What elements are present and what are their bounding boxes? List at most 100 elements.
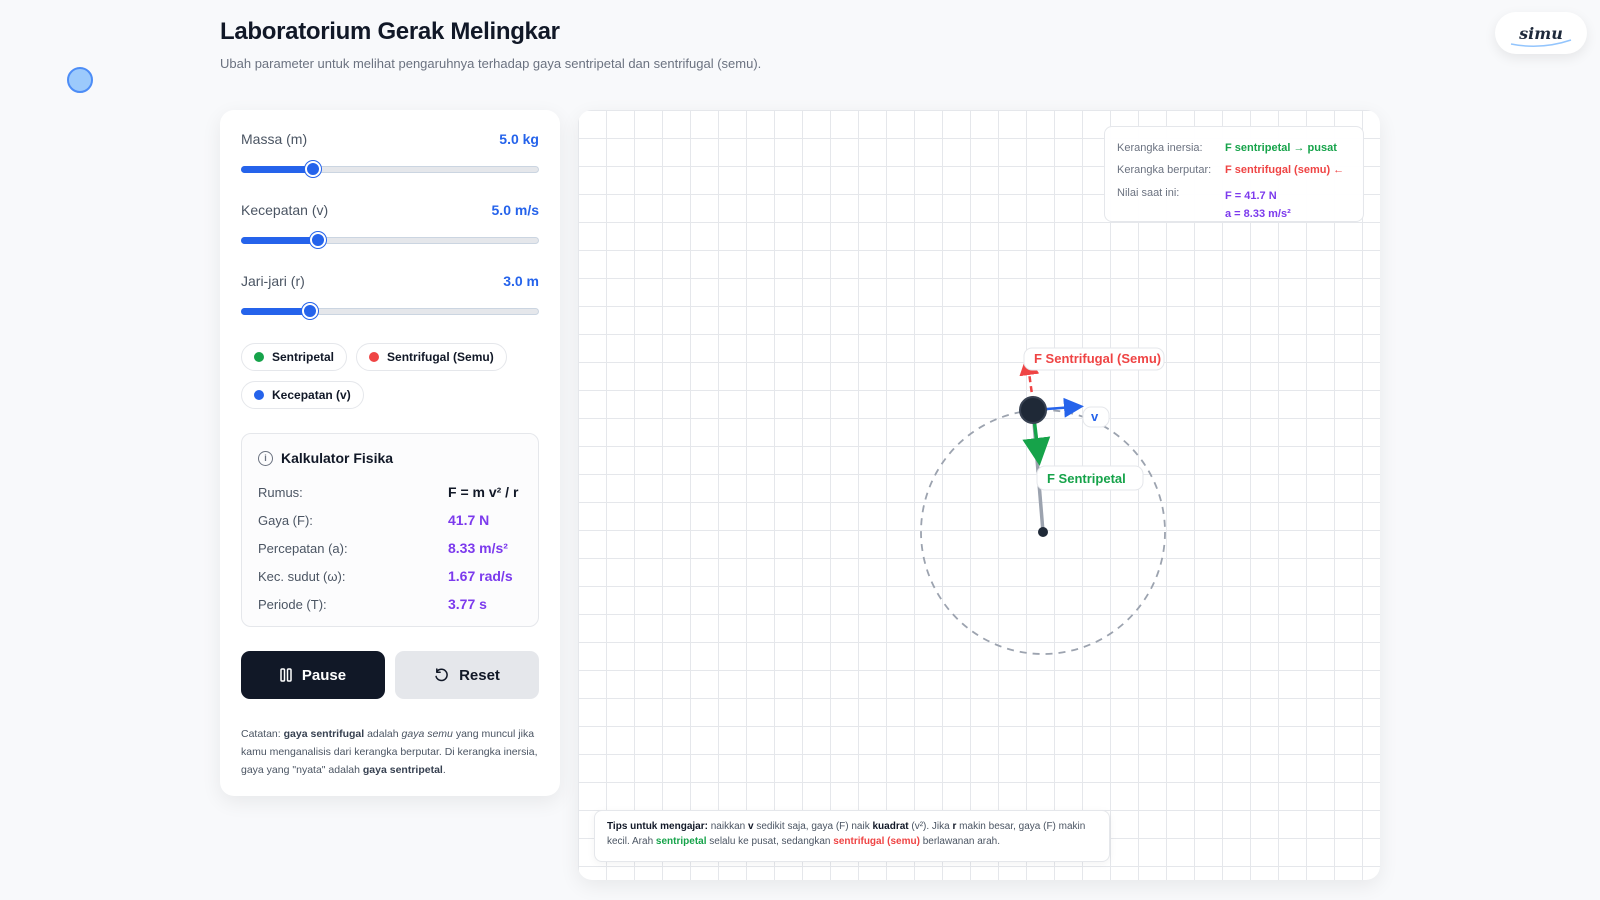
tips-part: selalu ke pusat, sedangkan <box>706 836 834 847</box>
simulation-scene: F Sentrifugal (Semu) F Sentripetal v <box>920 347 1166 655</box>
page-title: Laboratorium Gerak Melingkar <box>220 18 560 45</box>
page-subtitle: Ubah parameter untuk melihat pengaruhnya… <box>220 56 762 71</box>
speed-value: 5.0 m/s <box>491 202 539 218</box>
tips-part: sedikit saja, gaya (F) naik <box>753 821 873 832</box>
legend-velocity-toggle[interactable]: Kecepatan (v) <box>241 381 364 409</box>
reset-button[interactable]: Reset <box>395 651 539 699</box>
frame-info-box: Kerangka inersia: F sentripetal → pusat … <box>1104 126 1364 222</box>
note-text: Catatan: gaya sentrifugal adalah gaya se… <box>241 725 539 779</box>
radius-slider-header: Jari-jari (r) 3.0 m <box>241 272 539 290</box>
speed-slider-fill <box>241 237 319 244</box>
legend-centrifugal-label: Sentrifugal (Semu) <box>387 350 494 364</box>
calc-row-accel: Percepatan (a): 8.33 m/s² <box>258 534 522 562</box>
velocity-tag: v <box>1082 406 1110 428</box>
mass-value: 5.0 kg <box>499 131 539 147</box>
mass-label: Massa (m) <box>241 131 308 147</box>
velocity-tag-label: v <box>1091 409 1099 424</box>
current-values: F = 41.7 N a = 8.33 m/s² <box>1225 187 1291 223</box>
pause-icon <box>280 668 292 682</box>
calculator-header: i Kalkulator Fisika <box>258 450 522 466</box>
accel-label: Percepatan (a): <box>258 540 348 556</box>
simu-logo[interactable]: simu <box>1495 12 1587 54</box>
centrifugal-tag-label: F Sentrifugal (Semu) <box>1034 351 1161 366</box>
period-label: Periode (T): <box>258 596 327 612</box>
action-buttons: Pause Reset <box>241 651 539 699</box>
note-part-1: Catatan: <box>241 728 284 740</box>
radius-slider[interactable] <box>241 296 539 324</box>
note-bold-1: gaya sentrifugal <box>283 728 365 740</box>
speed-slider[interactable] <box>241 225 539 253</box>
physics-calculator: i Kalkulator Fisika Rumus: F = m v² / r … <box>241 433 539 627</box>
info-row-current: Nilai saat ini: F = 41.7 N a = 8.33 m/s² <box>1117 181 1351 220</box>
teaching-tips: Tips untuk mengajar: naikkan v sedikit s… <box>594 810 1110 862</box>
info-row-inertial: Kerangka inersia: F sentripetal → pusat <box>1117 137 1351 159</box>
formula-label: Rumus: <box>258 484 303 500</box>
force-legend: Sentripetal Sentrifugal (Semu) Kecepatan… <box>241 343 539 409</box>
formula-value: F = m v² / r <box>448 484 519 500</box>
calc-row-formula: Rumus: F = m v² / r <box>258 478 522 506</box>
current-label: Nilai saat ini: <box>1117 187 1180 199</box>
red-dot-icon <box>369 352 380 362</box>
legend-velocity-label: Kecepatan (v) <box>272 388 351 402</box>
simulation-canvas[interactable]: F Sentrifugal (Semu) F Sentripetal v Ker… <box>578 110 1380 880</box>
pause-button[interactable]: Pause <box>241 651 385 699</box>
blue-dot-icon <box>254 390 264 400</box>
omega-value: 1.67 rad/s <box>448 568 513 584</box>
tips-part: berlawanan arah. <box>919 836 1001 847</box>
info-icon: i <box>258 450 273 466</box>
mass-slider-thumb[interactable] <box>304 161 321 177</box>
current-force: F = 41.7 N <box>1225 190 1277 202</box>
radius-slider-fill <box>241 308 310 315</box>
page-header: Laboratorium Gerak Melingkar Ubah parame… <box>220 18 761 71</box>
pause-button-label: Pause <box>301 666 347 684</box>
note-italic-1: gaya semu <box>401 728 453 740</box>
accel-value: 8.33 m/s² <box>448 540 508 556</box>
tips-part: (v²). Jika <box>908 821 953 832</box>
speed-slider-thumb[interactable] <box>310 232 327 248</box>
tips-sentripetal: sentripetal <box>655 836 707 847</box>
reset-button-label: Reset <box>459 666 500 684</box>
force-label: Gaya (F): <box>258 512 313 528</box>
tips-heading: Tips untuk mengajar: <box>607 821 708 832</box>
info-row-rotating: Kerangka berputar: F sentrifugal (semu) … <box>1117 159 1351 181</box>
period-value: 3.77 s <box>448 596 487 612</box>
speed-slider-header: Kecepatan (v) 5.0 m/s <box>241 201 539 219</box>
rotating-value: F sentrifugal (semu) ← <box>1225 164 1345 176</box>
current-accel: a = 8.33 m/s² <box>1225 208 1291 220</box>
legend-centripetal-label: Sentripetal <box>272 350 335 364</box>
tips-bold-kuadrat: kuadrat <box>872 821 909 832</box>
tips-sentrifugal: sentrifugal (semu) <box>833 836 920 847</box>
note-bold-2: gaya sentripetal <box>362 764 443 776</box>
legend-centripetal-toggle[interactable]: Sentripetal <box>241 343 348 371</box>
cursor-indicator <box>67 67 93 93</box>
legend-centrifugal-toggle[interactable]: Sentrifugal (Semu) <box>356 343 507 371</box>
note-part-4: . <box>442 764 446 776</box>
force-value: 41.7 N <box>448 512 490 528</box>
rotating-mass[interactable] <box>1019 396 1047 424</box>
mass-slider[interactable] <box>241 154 539 182</box>
mass-slider-fill <box>241 166 313 173</box>
centripetal-tag: F Sentripetal <box>1036 465 1144 491</box>
centrifugal-tag: F Sentrifugal (Semu) <box>1023 347 1165 371</box>
radius-label: Jari-jari (r) <box>241 273 305 289</box>
calc-row-omega: Kec. sudut (ω): 1.67 rad/s <box>258 562 522 590</box>
calc-row-period: Periode (T): 3.77 s <box>258 590 522 618</box>
inertial-value: F sentripetal → pusat <box>1225 142 1337 154</box>
rotating-label: Kerangka berputar: <box>1117 164 1212 176</box>
green-dot-icon <box>254 352 264 362</box>
center-point <box>1038 527 1048 537</box>
note-part-2: adalah <box>364 728 402 740</box>
calc-row-force: Gaya (F): 41.7 N <box>258 506 522 534</box>
control-panel: Massa (m) 5.0 kg Kecepatan (v) 5.0 m/s J… <box>220 110 560 796</box>
radius-value: 3.0 m <box>503 273 539 289</box>
centripetal-tag-label: F Sentripetal <box>1047 471 1126 486</box>
tips-part: naikkan <box>707 821 748 832</box>
calculator-title: Kalkulator Fisika <box>281 450 394 466</box>
omega-label: Kec. sudut (ω): <box>258 568 346 584</box>
speed-label: Kecepatan (v) <box>241 202 329 218</box>
reset-icon <box>435 667 448 681</box>
inertial-label: Kerangka inersia: <box>1117 142 1203 154</box>
radius-slider-thumb[interactable] <box>301 303 318 319</box>
logo-swoosh-icon <box>1510 39 1572 47</box>
mass-slider-header: Massa (m) 5.0 kg <box>241 130 539 148</box>
